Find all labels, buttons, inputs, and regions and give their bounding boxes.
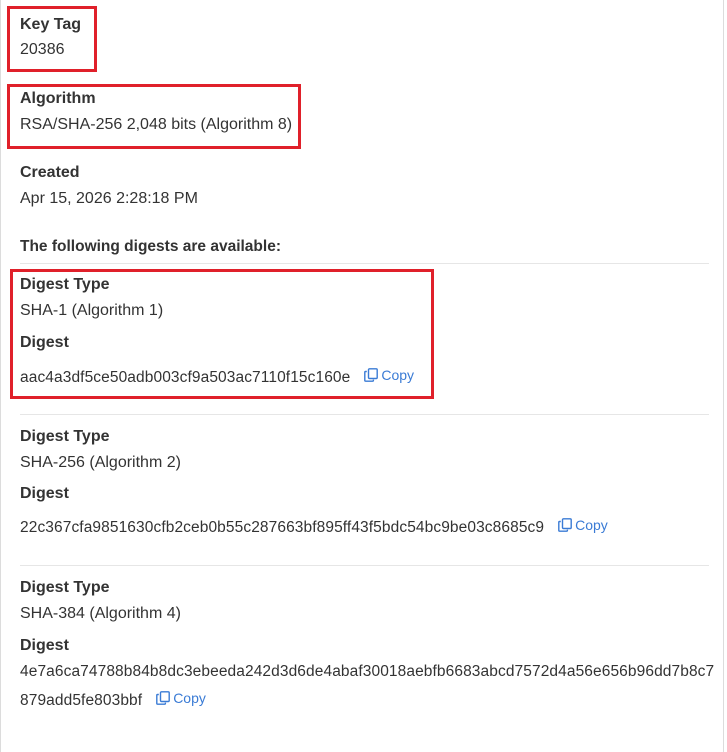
divider (20, 263, 709, 264)
copy-button[interactable]: Copy (558, 515, 608, 535)
digest-type-value: SHA-256 (Algorithm 2) (20, 454, 181, 471)
digest-type-value: SHA-1 (Algorithm 1) (20, 302, 164, 319)
digest-type-label: Digest Type (20, 276, 110, 293)
copy-label: Copy (575, 517, 608, 533)
digests-heading: The following digests are available: (20, 238, 281, 255)
divider (20, 414, 709, 415)
created-value: Apr 15, 2026 2:28:18 PM (20, 190, 198, 207)
key-tag-label: Key Tag (20, 16, 82, 33)
digest-label: Digest (20, 637, 69, 654)
digest-value: 4e7a6ca74788b84b8dc3ebeeda242d3d6de4abaf… (20, 663, 715, 709)
digest-row: aac4a3df5ce50adb003cf9a503ac7110f15c160e… (20, 365, 414, 388)
digest-type-label: Digest Type (20, 579, 110, 596)
algorithm-label: Algorithm (20, 90, 96, 107)
divider (20, 565, 709, 566)
copy-button[interactable]: Copy (156, 685, 206, 711)
copy-icon (558, 518, 573, 532)
copy-label: Copy (173, 690, 206, 706)
copy-label: Copy (381, 367, 415, 383)
digest-row: 4e7a6ca74788b84b8dc3ebeeda242d3d6de4abaf… (20, 659, 715, 714)
dnssec-key-details-panel: Key Tag 20386 Algorithm RSA/SHA-256 2,04… (0, 0, 724, 752)
digest-type-label: Digest Type (20, 428, 110, 445)
algorithm-value: RSA/SHA-256 2,048 bits (Algorithm 8) (20, 116, 293, 133)
copy-button[interactable]: Copy (364, 365, 414, 385)
copy-icon (364, 368, 379, 382)
key-tag-value: 20386 (20, 41, 65, 58)
digest-value: 22c367cfa9851630cfb2ceb0b55c287663bf895f… (20, 519, 545, 536)
digest-value: aac4a3df5ce50adb003cf9a503ac7110f15c160e (20, 369, 351, 386)
digest-label: Digest (20, 485, 69, 502)
copy-icon (156, 691, 171, 705)
digest-label: Digest (20, 334, 69, 351)
created-label: Created (20, 164, 80, 181)
digest-type-value: SHA-384 (Algorithm 4) (20, 605, 181, 622)
digest-row: 22c367cfa9851630cfb2ceb0b55c287663bf895f… (20, 515, 608, 538)
